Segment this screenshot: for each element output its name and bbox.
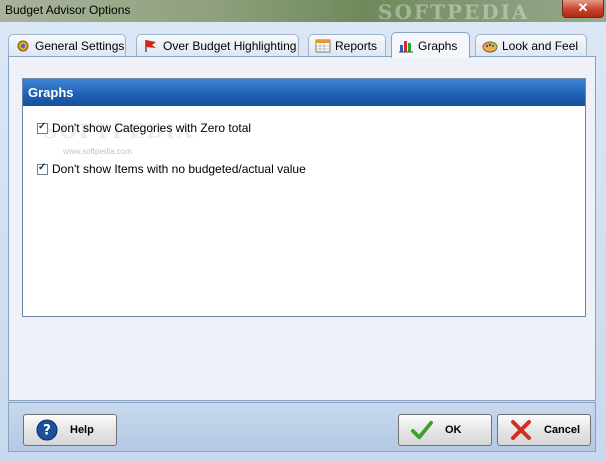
settings-gear-icon (15, 39, 31, 53)
tab-label: Graphs (418, 38, 458, 53)
tab-general-settings[interactable]: General Settings (8, 34, 126, 56)
tab-graphs[interactable]: Graphs (391, 32, 470, 58)
ok-button[interactable]: OK (398, 414, 492, 446)
tab-over-budget-highlighting[interactable]: Over Budget Highlighting (136, 34, 299, 56)
close-button[interactable]: ✕ (562, 0, 604, 18)
graphs-group: Graphs SOFTPEDIA www.softpedia.com Don't… (22, 78, 586, 317)
bar-chart-icon (398, 39, 414, 53)
title-bar: Budget Advisor Options SOFTPEDIA ✕ (0, 0, 606, 24)
svg-text:?: ? (43, 423, 51, 439)
dialog-body: General Settings Over Budget Highlightin… (0, 22, 606, 461)
window-title: Budget Advisor Options (5, 3, 131, 17)
option-hide-zero-categories[interactable]: Don't show Categories with Zero total (37, 121, 251, 135)
cancel-button[interactable]: Cancel (497, 414, 591, 446)
tab-reports[interactable]: Reports (308, 34, 386, 56)
option-hide-empty-items[interactable]: Don't show Items with no budgeted/actual… (37, 162, 306, 176)
checkbox[interactable] (37, 121, 48, 134)
group-header: Graphs (23, 79, 585, 106)
checkbox-label: Don't show Items with no budgeted/actual… (52, 162, 306, 176)
checkmark-icon (411, 419, 433, 441)
palette-icon (482, 39, 498, 53)
tab-label: Over Budget Highlighting (163, 38, 297, 53)
title-watermark: SOFTPEDIA (378, 0, 530, 24)
button-bar: ? Help OK Cancel (8, 402, 596, 452)
help-button[interactable]: ? Help (23, 414, 117, 446)
help-icon: ? (36, 419, 58, 441)
tab-label: Look and Feel (502, 38, 579, 53)
help-label: Help (70, 424, 94, 436)
ok-label: OK (445, 424, 462, 436)
tab-label: Reports (335, 38, 378, 53)
checkbox[interactable] (37, 162, 48, 175)
checkbox-label: Don't show Categories with Zero total (52, 121, 252, 135)
content-watermark-url: www.softpedia.com (63, 147, 132, 156)
tab-look-and-feel[interactable]: Look and Feel (475, 34, 587, 56)
graphs-page: Graphs SOFTPEDIA www.softpedia.com Don't… (8, 56, 596, 401)
flag-icon (143, 39, 159, 53)
tab-label: General Settings (35, 38, 125, 53)
close-icon: ✕ (577, 0, 589, 15)
cross-icon (510, 419, 532, 441)
cancel-label: Cancel (544, 424, 581, 436)
calendar-grid-icon (315, 39, 331, 53)
